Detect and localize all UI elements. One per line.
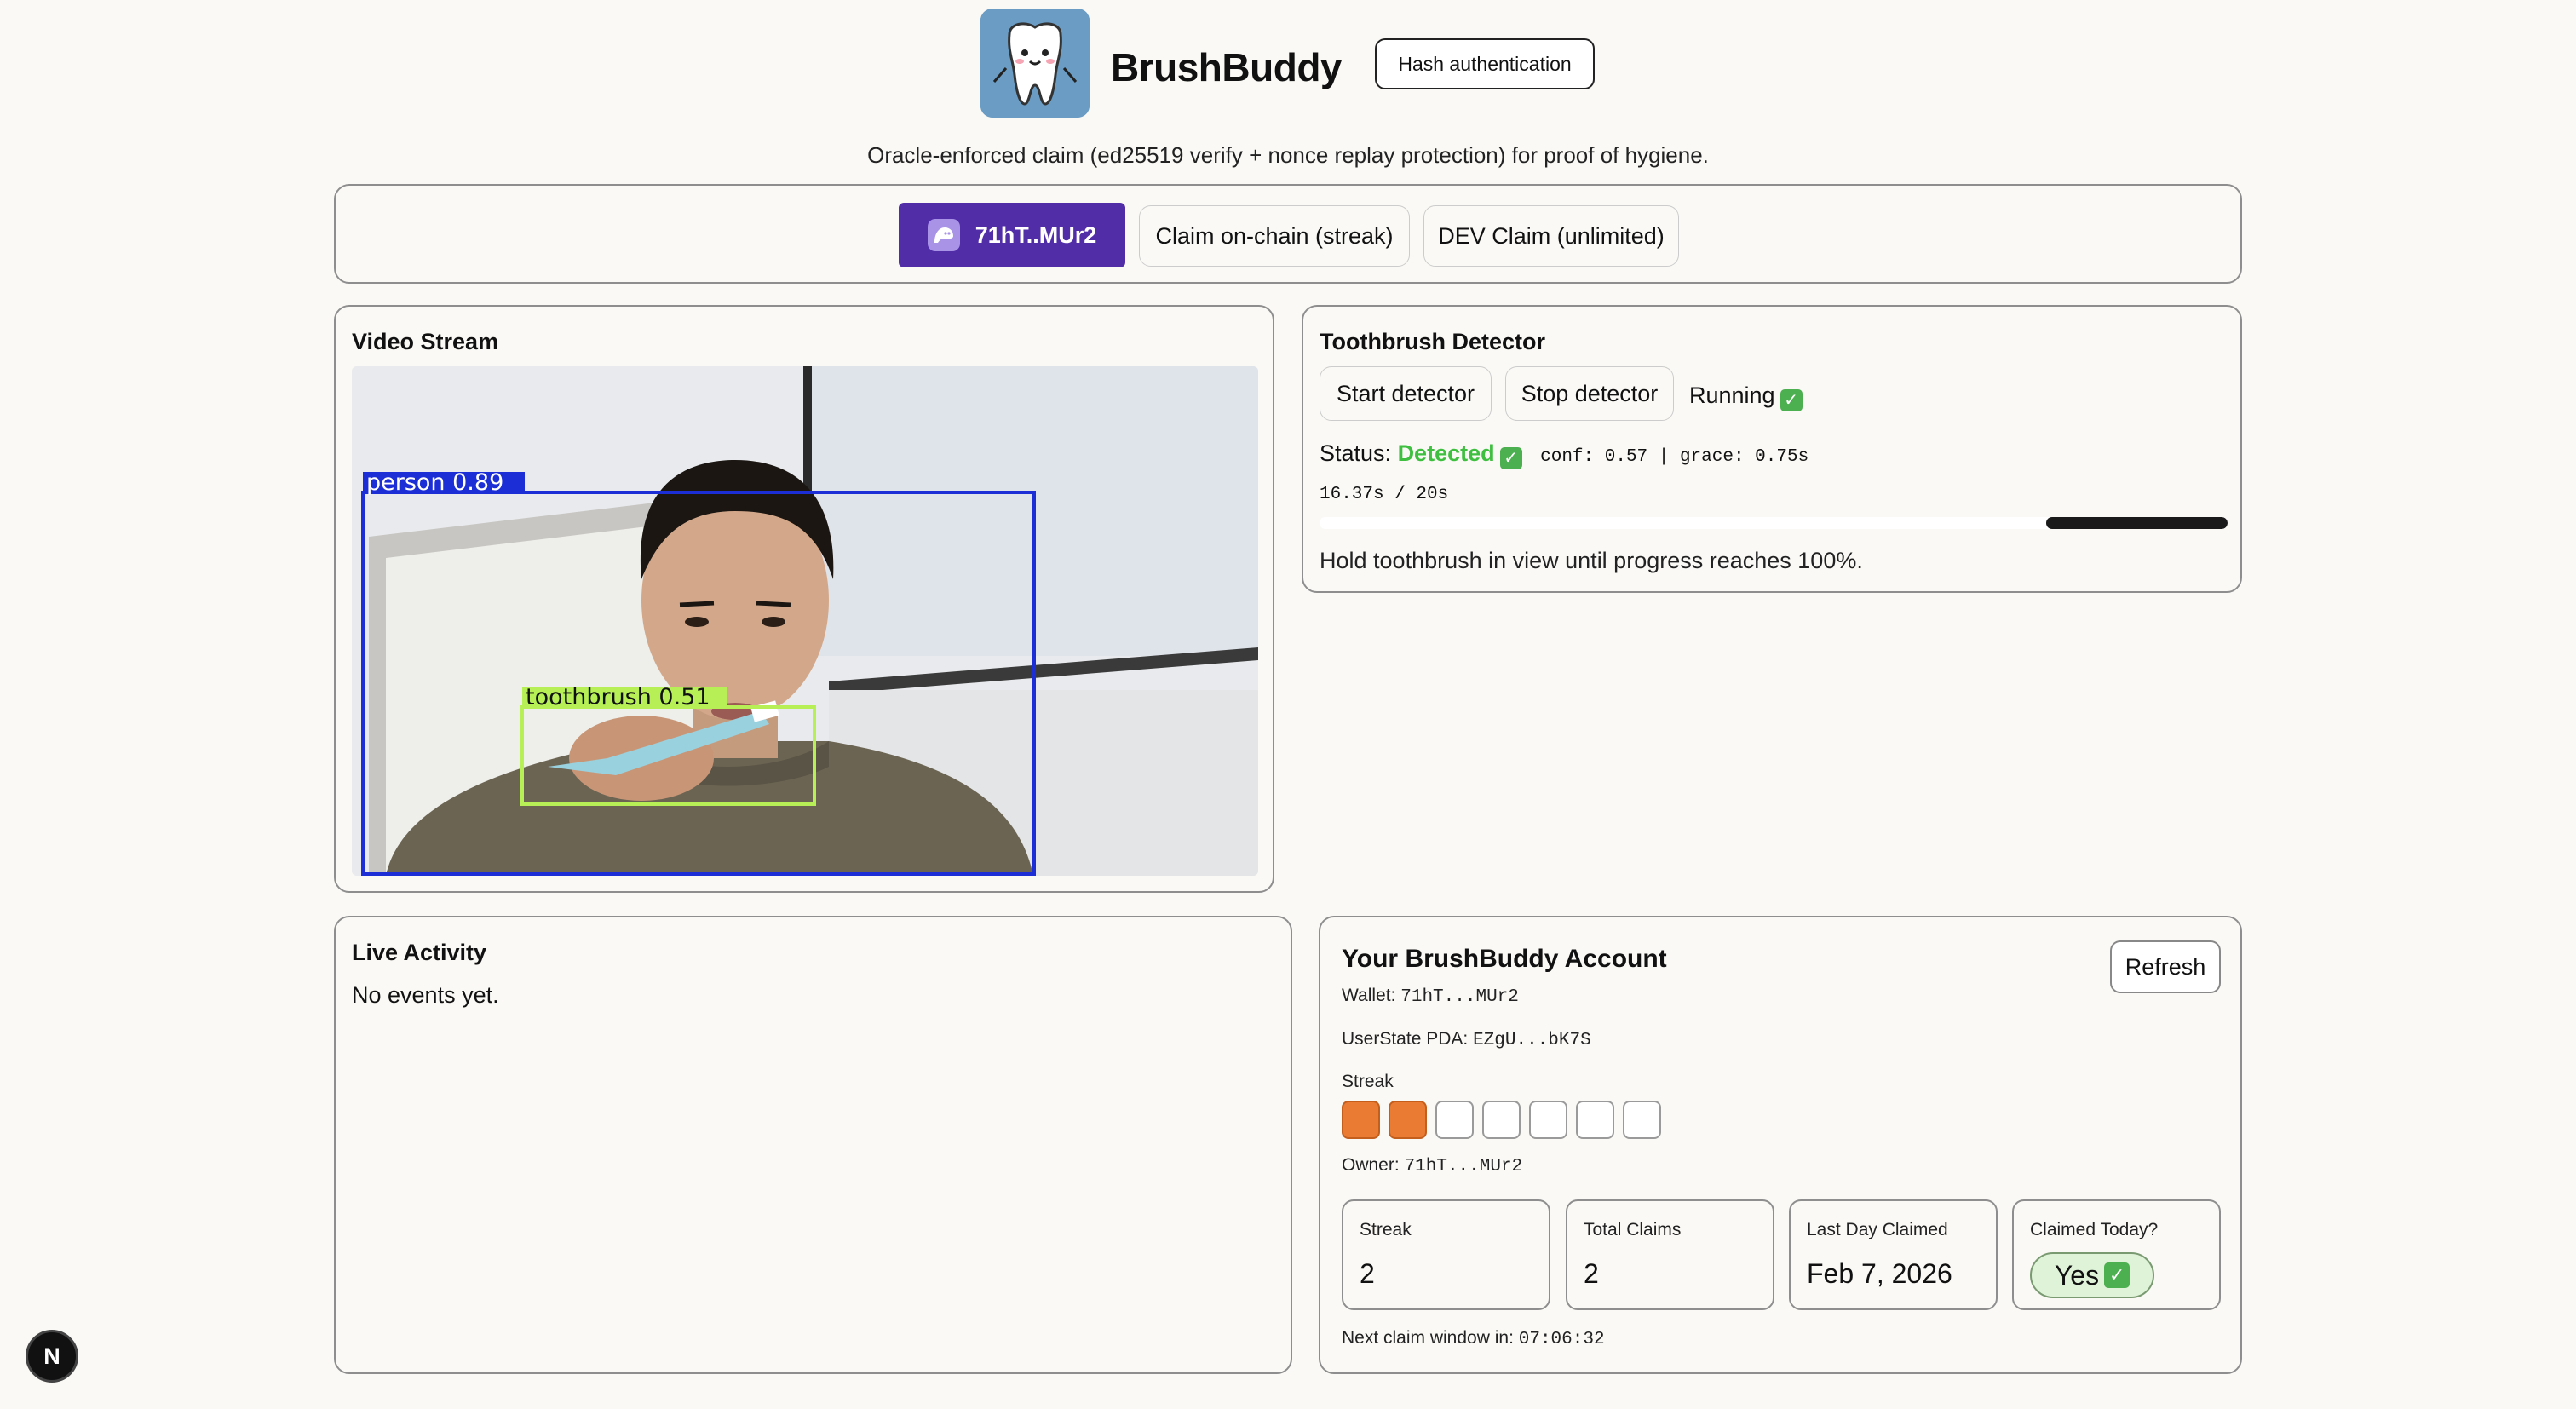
streak-day-7 [1623,1101,1661,1139]
stat-card-claimed-today: Claimed Today? Yes ✓ [2012,1199,2221,1310]
next-claim-prefix: Next claim window in: [1342,1328,1514,1348]
next-claim-countdown: 07:06:32 [1518,1330,1605,1349]
page-subtitle: Oracle-enforced claim (ed25519 verify + … [867,142,1709,168]
claimed-today-badge: Yes ✓ [2030,1252,2154,1298]
refresh-button[interactable]: Refresh [2110,940,2221,993]
wallet-value: 71hT...MUr2 [1400,987,1519,1007]
status-value: Detected [1397,440,1495,466]
phantom-wallet-icon [927,219,960,251]
check-icon: ✓ [2104,1262,2130,1288]
empty-activity-text: No events yet. [352,982,499,1008]
dev-tools-badge[interactable]: N [26,1330,78,1383]
progress-fill [2045,517,2228,529]
tooth-logo-icon [980,9,1090,118]
stat-value: 2 [1360,1258,1375,1289]
camera-feed: person 0.89 toothbrush 0.51 [352,366,1258,876]
video-stream-title: Video Stream [352,329,499,354]
pda-prefix: UserState PDA: [1342,1029,1469,1049]
wallet-prefix: Wallet: [1342,986,1396,1005]
pda-row: UserState PDA: EZgU...bK7S [1342,1029,1591,1050]
running-label: Running [1689,382,1775,408]
detector-hint: Hold toothbrush in view until progress r… [1320,548,1863,573]
progress-timer: 16.37s / 20s [1320,485,1449,504]
detector-title: Toothbrush Detector [1320,329,1545,354]
brushing-progress-bar [1320,517,2228,529]
owner-row: Owner: 71hT...MUr2 [1342,1155,1522,1176]
stat-value: Feb 7, 2026 [1807,1258,1952,1289]
confidence-readout: conf: 0.57 | grace: 0.75s [1540,447,1809,467]
check-icon: ✓ [1499,447,1522,469]
header: BrushBuddy Hash authentication Oracle-en… [0,9,2576,168]
stat-label: Claimed Today? [2030,1220,2159,1239]
wallet-row: Wallet: 71hT...MUr2 [1342,986,1519,1007]
owner-value: 71hT...MUr2 [1404,1157,1523,1176]
streak-day-5 [1529,1101,1567,1139]
streak-day-1 [1342,1101,1380,1139]
streak-day-3 [1435,1101,1474,1139]
toothbrush-detection-label: toothbrush 0.51 [526,684,710,710]
dev-claim-button[interactable]: DEV Claim (unlimited) [1423,205,1679,267]
pda-value: EZgU...bK7S [1473,1031,1591,1050]
check-icon: ✓ [1780,389,1803,411]
next-claim-row: Next claim window in: 07:06:32 [1342,1328,1605,1349]
streak-calendar [1342,1101,1661,1139]
app-page: BrushBuddy Hash authentication Oracle-en… [0,0,2576,1409]
wallet-button[interactable]: 71hT..MUr2 [899,203,1125,267]
claimed-today-value: Yes [2054,1259,2100,1291]
hash-authentication-button[interactable]: Hash authentication [1375,38,1595,89]
account-panel: Your BrushBuddy Account Refresh Wallet: … [1319,916,2242,1374]
video-stream-panel: Video Stream person 0.89 toothbrush 0.51 [334,305,1274,893]
stat-label: Total Claims [1584,1220,1682,1239]
claim-onchain-button[interactable]: Claim on-chain (streak) [1139,205,1410,267]
stat-label: Last Day Claimed [1807,1220,1948,1239]
wallet-address-label: 71hT..MUr2 [975,221,1097,248]
streak-heading: Streak [1342,1072,1394,1091]
stat-card-last-day: Last Day Claimed Feb 7, 2026 [1789,1199,1998,1310]
detection-status-row: Status: Detected ✓ conf: 0.57 | grace: 0.… [1320,440,1808,469]
start-detector-button[interactable]: Start detector [1320,366,1492,421]
live-activity-title: Live Activity [352,940,487,965]
streak-day-4 [1482,1101,1521,1139]
account-title: Your BrushBuddy Account [1342,945,1667,973]
running-status: Running ✓ [1689,382,1803,411]
toothbrush-detector-panel: Toothbrush Detector Start detector Stop … [1302,305,2242,593]
person-detection-label: person 0.89 [366,469,503,496]
brand-title: BrushBuddy [1111,45,1343,89]
stat-value: 2 [1584,1258,1599,1289]
stop-detector-button[interactable]: Stop detector [1505,366,1674,421]
status-prefix: Status: [1320,440,1392,466]
streak-day-2 [1389,1101,1427,1139]
streak-day-6 [1576,1101,1614,1139]
action-toolbar: 71hT..MUr2 Claim on-chain (streak) DEV C… [334,184,2242,284]
stat-card-streak: Streak 2 [1342,1199,1550,1310]
stat-label: Streak [1360,1220,1412,1239]
owner-prefix: Owner: [1342,1155,1400,1175]
stat-card-total-claims: Total Claims 2 [1566,1199,1774,1310]
live-activity-panel: Live Activity No events yet. [334,916,1292,1374]
